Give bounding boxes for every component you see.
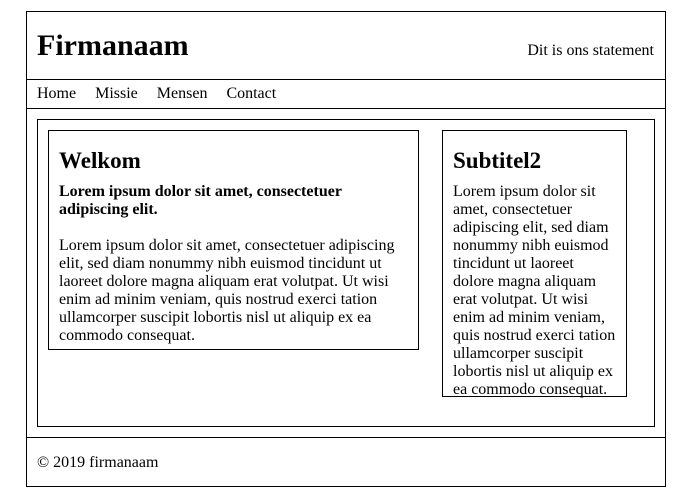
sidebar-body: Lorem ipsum dolor sit amet, consectetuer…	[453, 183, 616, 398]
main-article: Welkom Lorem ipsum dolor sit amet, conse…	[48, 130, 419, 350]
header-statement: Dit is ons statement	[527, 42, 654, 59]
nav-list: Home Missie Mensen Contact	[27, 80, 665, 108]
sidebar: Subtitel2 Lorem ipsum dolor sit amet, co…	[442, 130, 627, 398]
nav-item-home[interactable]: Home	[37, 80, 76, 108]
sidebar-title: Subtitel2	[453, 148, 542, 173]
site-footer: © 2019 firmanaam	[27, 437, 665, 487]
brand-name: Firmanaam	[37, 29, 189, 62]
footer-copyright: © 2019 firmanaam	[37, 454, 159, 471]
site-header: Firmanaam Dit is ons statement	[27, 12, 665, 80]
main-nav: Home Missie Mensen Contact	[27, 80, 665, 109]
content-area: Welkom Lorem ipsum dolor sit amet, conse…	[37, 119, 655, 427]
main-title: Welkom	[59, 148, 141, 173]
main-lead: Lorem ipsum dolor sit amet, consectetuer…	[59, 183, 342, 218]
page-wrapper: Firmanaam Dit is ons statement Home Miss…	[26, 11, 666, 487]
nav-item-mensen[interactable]: Mensen	[157, 80, 208, 108]
main-body: Lorem ipsum dolor sit amet, consectetuer…	[59, 237, 395, 344]
nav-item-contact[interactable]: Contact	[226, 80, 276, 108]
nav-item-missie[interactable]: Missie	[95, 80, 138, 108]
